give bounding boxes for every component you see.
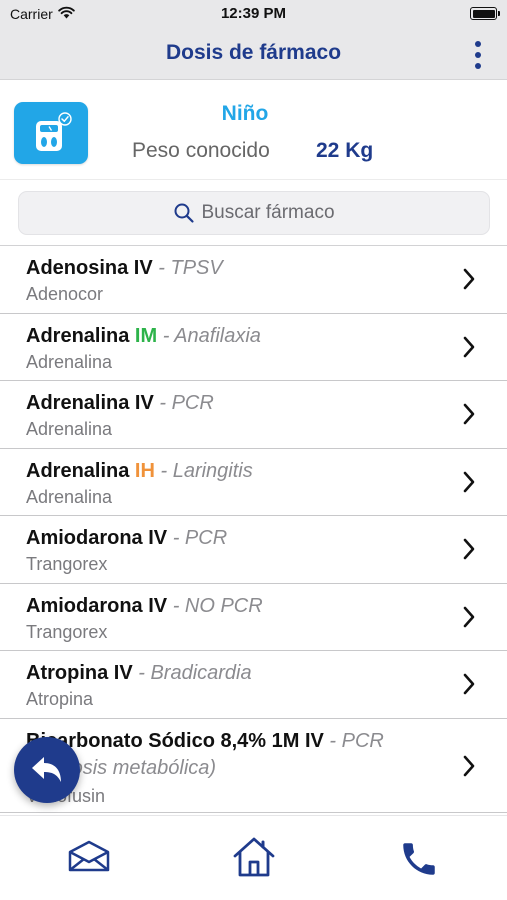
list-item[interactable]: Amiodarona IV - NO PCR Trangorex — [0, 584, 507, 651]
drug-indication: - Anafilaxia — [157, 324, 261, 347]
drug-route: IM — [134, 324, 158, 347]
chevron-right-icon — [463, 471, 475, 492]
drug-list: Adenosina IV - TPSV Adenocor Adrenalina … — [0, 245, 507, 813]
phone-icon — [403, 843, 435, 875]
weight-scale-icon — [36, 112, 72, 151]
drug-name: Adenosina IV — [26, 257, 153, 279]
drug-title: Amiodarona IV - PCR — [26, 527, 227, 550]
drug-brand: Trangorex — [26, 621, 108, 642]
navigation-bar: Dosis de fármaco — [0, 28, 507, 80]
list-item[interactable]: Adrenalina IH - Laringitis Adrenalina — [0, 449, 507, 516]
chevron-right-icon — [463, 268, 475, 290]
drug-title: Atropina IV - Bradicardia — [26, 662, 252, 685]
drug-title: Bicarbonato Sódico 8,4% 1M IV - PCR — [26, 730, 384, 753]
menu-dot — [475, 63, 481, 69]
drug-title: Adrenalina IH - Laringitis — [26, 460, 253, 483]
mail-icon — [68, 840, 110, 872]
drug-name: Amiodarona IV — [26, 527, 168, 549]
chevron-right-icon — [463, 606, 475, 627]
list-item[interactable]: Adrenalina IM - Anafilaxia Adrenalina — [0, 314, 507, 381]
search-input[interactable]: Buscar fármaco — [18, 191, 490, 235]
status-bar: Carrier 12:39 PM — [0, 0, 507, 28]
drug-title: Adrenalina IM - Anafilaxia — [26, 325, 261, 348]
search-icon — [174, 203, 195, 223]
drug-title: Amiodarona IV - NO PCR — [26, 595, 263, 618]
tab-home[interactable] — [232, 836, 276, 883]
drug-name: Amiodarona IV — [26, 594, 168, 617]
tab-mail[interactable] — [68, 840, 110, 877]
drug-brand: Adrenalina — [26, 351, 113, 372]
drug-indication: - Laringitis — [154, 459, 253, 482]
patient-type-wrap: Niño — [130, 102, 360, 126]
drug-title: Adrenalina IV - PCR — [26, 392, 214, 415]
chevron-right-icon — [463, 538, 475, 560]
drug-indication: - TPSV — [152, 257, 223, 279]
chevron-right-icon — [463, 673, 475, 695]
drug-brand: Trangorex — [26, 554, 108, 574]
menu-dot — [475, 41, 481, 47]
chevron-right-icon — [463, 403, 475, 425]
list-item[interactable]: Adenosina IV - TPSV Adenocor — [0, 246, 507, 314]
list-item[interactable]: Amiodarona IV - PCR Trangorex — [0, 516, 507, 584]
drug-title: Adenosina IV - TPSV — [26, 257, 223, 280]
drug-name: Atropina IV — [26, 662, 133, 684]
drug-brand: Adrenalina — [26, 419, 113, 439]
battery-fill — [472, 9, 495, 18]
tab-phone[interactable] — [398, 838, 440, 885]
chevron-right-icon — [463, 755, 475, 776]
more-vertical-icon[interactable] — [471, 39, 485, 71]
patient-type[interactable]: Niño — [222, 102, 269, 125]
patient-panel: Niño Peso conocido 22 Kg — [0, 80, 507, 180]
drug-name: Adrenalina — [26, 459, 135, 482]
drug-indication: - PCR — [167, 527, 228, 549]
drug-brand: Adenocor — [26, 284, 104, 304]
tab-bar — [0, 815, 507, 900]
drug-brand: Adrenalina — [26, 486, 113, 507]
back-fab-button[interactable] — [14, 737, 80, 803]
undo-arrow-icon — [32, 757, 61, 782]
drug-indication: - Bradicardia — [132, 662, 252, 684]
menu-dot — [475, 52, 481, 58]
drug-indication: - NO PCR — [167, 594, 263, 617]
battery-tip — [498, 11, 500, 16]
weight-value[interactable]: 22 Kg — [316, 139, 373, 163]
weight-label: Peso conocido — [132, 139, 270, 162]
drug-brand: Atropina — [26, 689, 94, 709]
chevron-right-icon — [463, 336, 475, 357]
list-item[interactable]: Adrenalina IV - PCR Adrenalina — [0, 381, 507, 449]
drug-indication: - PCR — [323, 729, 384, 752]
drug-name: Adrenalina IV — [26, 392, 154, 414]
drug-name: Adrenalina — [26, 324, 135, 347]
clock: 12:39 PM — [220, 5, 287, 22]
page-title: Dosis de fármaco — [165, 41, 342, 64]
search-placeholder: Buscar fármaco — [201, 202, 335, 223]
drug-indication: - PCR — [153, 392, 214, 414]
battery-icon — [470, 7, 500, 20]
home-icon — [233, 837, 275, 877]
list-item[interactable]: Atropina IV - Bradicardia Atropina — [0, 651, 507, 719]
weight-scale-button[interactable] — [14, 102, 88, 164]
drug-route: IH — [134, 459, 155, 482]
